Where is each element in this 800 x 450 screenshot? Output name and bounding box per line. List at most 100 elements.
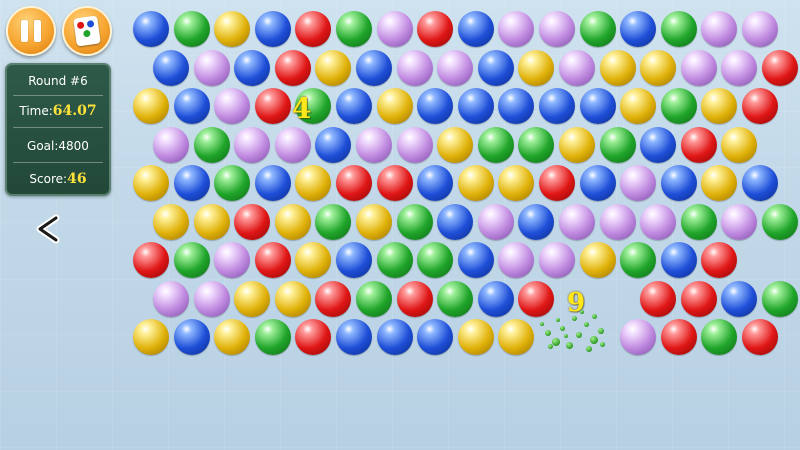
blue-bubble[interactable] [376, 319, 413, 355]
red-bubble[interactable] [336, 165, 372, 201]
blue-bubble[interactable] [417, 319, 454, 355]
purple-bubble[interactable] [640, 203, 677, 240]
red-bubble[interactable] [295, 11, 332, 47]
green-bubble[interactable] [660, 11, 697, 47]
purple-bubble[interactable] [356, 126, 392, 163]
blue-bubble[interactable] [457, 242, 494, 278]
green-bubble[interactable] [376, 242, 413, 278]
green-bubble[interactable] [599, 126, 636, 163]
red-bubble[interactable] [376, 165, 413, 201]
yellow-bubble[interactable] [193, 203, 230, 240]
yellow-bubble[interactable] [376, 88, 413, 124]
purple-bubble[interactable] [153, 126, 189, 163]
blue-bubble[interactable] [579, 88, 616, 124]
yellow-bubble[interactable] [153, 203, 189, 240]
red-bubble[interactable] [417, 11, 454, 47]
blue-bubble[interactable] [336, 242, 372, 278]
blue-bubble[interactable] [417, 88, 454, 124]
yellow-bubble[interactable] [356, 203, 392, 240]
red-bubble[interactable] [680, 280, 717, 317]
red-bubble[interactable] [701, 242, 738, 278]
blue-bubble[interactable] [254, 165, 291, 201]
yellow-bubble[interactable] [721, 126, 758, 163]
green-bubble[interactable] [477, 126, 514, 163]
yellow-bubble[interactable] [579, 242, 616, 278]
purple-bubble[interactable] [498, 242, 535, 278]
red-bubble[interactable] [539, 165, 575, 201]
blue-bubble[interactable] [660, 242, 697, 278]
red-bubble[interactable] [254, 88, 291, 124]
purple-bubble[interactable] [153, 280, 189, 317]
red-bubble[interactable] [640, 280, 677, 317]
purple-bubble[interactable] [477, 203, 514, 240]
yellow-bubble[interactable] [518, 49, 555, 86]
theme-button[interactable] [62, 6, 112, 56]
green-bubble[interactable] [518, 126, 555, 163]
blue-bubble[interactable] [477, 49, 514, 86]
purple-bubble[interactable] [680, 49, 717, 86]
blue-bubble[interactable] [153, 49, 189, 86]
yellow-bubble[interactable] [498, 165, 535, 201]
blue-bubble[interactable] [336, 319, 372, 355]
red-bubble[interactable] [274, 49, 311, 86]
red-bubble[interactable] [234, 203, 271, 240]
yellow-bubble[interactable] [315, 49, 352, 86]
blue-bubble[interactable] [742, 165, 778, 201]
purple-bubble[interactable] [376, 11, 413, 47]
yellow-bubble[interactable] [620, 88, 657, 124]
green-bubble[interactable] [437, 280, 474, 317]
red-bubble[interactable] [295, 319, 332, 355]
purple-bubble[interactable] [539, 242, 575, 278]
purple-bubble[interactable] [214, 88, 251, 124]
purple-bubble[interactable] [721, 203, 758, 240]
purple-bubble[interactable] [742, 11, 778, 47]
purple-bubble[interactable] [559, 49, 595, 86]
purple-bubble[interactable] [620, 165, 657, 201]
purple-bubble[interactable] [214, 242, 251, 278]
purple-bubble[interactable] [498, 11, 535, 47]
green-bubble[interactable] [173, 11, 210, 47]
purple-bubble[interactable] [396, 126, 433, 163]
green-bubble[interactable] [701, 319, 738, 355]
blue-bubble[interactable] [173, 88, 210, 124]
purple-bubble[interactable] [721, 49, 758, 86]
green-bubble[interactable] [680, 203, 717, 240]
green-bubble[interactable] [660, 88, 697, 124]
blue-bubble[interactable] [254, 11, 291, 47]
yellow-bubble[interactable] [559, 126, 595, 163]
yellow-bubble[interactable] [701, 88, 738, 124]
blue-bubble[interactable] [173, 319, 210, 355]
green-bubble[interactable] [315, 203, 352, 240]
yellow-bubble[interactable] [498, 319, 535, 355]
yellow-bubble[interactable] [457, 165, 494, 201]
yellow-bubble[interactable] [133, 165, 169, 201]
purple-bubble[interactable] [396, 49, 433, 86]
green-bubble[interactable] [356, 280, 392, 317]
blue-bubble[interactable] [498, 88, 535, 124]
blue-bubble[interactable] [234, 49, 271, 86]
blue-bubble[interactable] [315, 126, 352, 163]
blue-bubble[interactable] [721, 280, 758, 317]
blue-bubble[interactable] [437, 203, 474, 240]
red-bubble[interactable] [660, 319, 697, 355]
purple-bubble[interactable] [274, 126, 311, 163]
bubble-board[interactable] [0, 0, 800, 450]
yellow-bubble[interactable] [133, 88, 169, 124]
blue-bubble[interactable] [660, 165, 697, 201]
chevron-left-icon[interactable] [34, 214, 64, 244]
yellow-bubble[interactable] [274, 280, 311, 317]
green-bubble[interactable] [579, 11, 616, 47]
blue-bubble[interactable] [356, 49, 392, 86]
purple-bubble[interactable] [599, 203, 636, 240]
yellow-bubble[interactable] [214, 11, 251, 47]
purple-bubble[interactable] [234, 126, 271, 163]
green-bubble[interactable] [336, 11, 372, 47]
red-bubble[interactable] [518, 280, 555, 317]
red-bubble[interactable] [254, 242, 291, 278]
blue-bubble[interactable] [539, 88, 575, 124]
yellow-bubble[interactable] [295, 242, 332, 278]
green-bubble[interactable] [214, 165, 251, 201]
blue-bubble[interactable] [457, 11, 494, 47]
red-bubble[interactable] [680, 126, 717, 163]
purple-bubble[interactable] [193, 49, 230, 86]
